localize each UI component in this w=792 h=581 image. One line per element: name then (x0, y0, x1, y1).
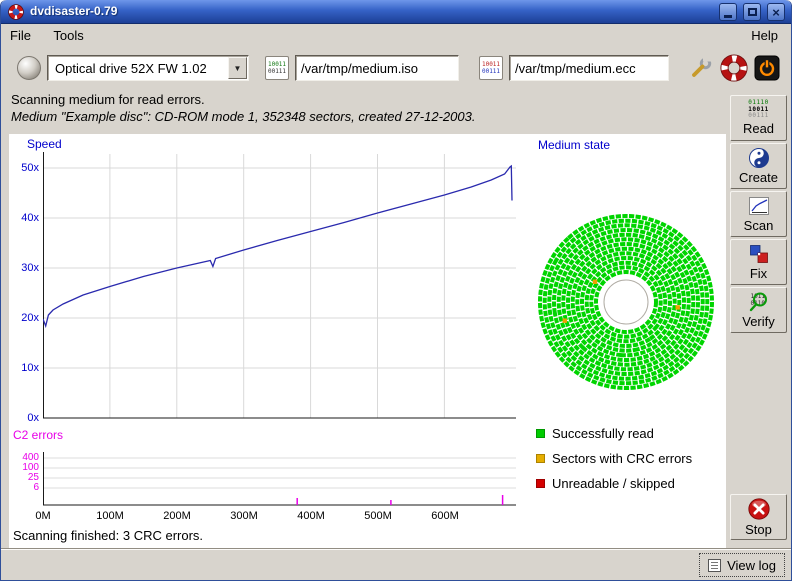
stop-button[interactable]: Stop (730, 494, 787, 540)
maximize-button[interactable] (743, 3, 761, 21)
legend-swatch-amber (536, 454, 545, 463)
speed-y-tick: 10x (9, 361, 39, 375)
ecc-icon-digits: 10011 (482, 61, 500, 68)
x-axis-tick: 400M (297, 510, 325, 522)
iso-path-input[interactable] (295, 55, 459, 81)
legend-item-read: Successfully read (536, 426, 654, 440)
read-label: Read (743, 121, 774, 136)
drive-select[interactable]: Optical drive 52X FW 1.02 ▼ (47, 55, 249, 81)
verify-button[interactable]: 1011 0110 Verify (730, 287, 787, 333)
c2-errors-chart (43, 450, 518, 507)
create-label: Create (739, 170, 778, 185)
c2-y-tick: 6 (9, 482, 39, 494)
legend-label: Sectors with CRC errors (552, 451, 692, 466)
legend-item-crc: Sectors with CRC errors (536, 451, 692, 465)
menubar: File Tools Help (1, 24, 791, 47)
legend-item-unreadable: Unreadable / skipped (536, 476, 675, 490)
yin-yang-icon (748, 147, 770, 169)
x-axis-tick: 600M (431, 510, 459, 522)
binary-magnifier-icon: 1011 0110 (747, 291, 771, 313)
close-icon: × (772, 5, 780, 20)
iso-icon-digits: 10011 (268, 61, 286, 68)
power-icon (754, 55, 780, 81)
quit-button[interactable] (753, 54, 781, 82)
menu-file[interactable]: File (1, 24, 40, 47)
scan-result-message: Scanning finished: 3 CRC errors. (13, 528, 203, 543)
legend-swatch-green (536, 429, 545, 438)
ecc-file-icon: 10011 00111 (479, 56, 503, 80)
titlebar: dvdisaster-0.79 × (1, 0, 791, 24)
help-about-button[interactable] (720, 54, 748, 82)
scan-label: Scan (744, 218, 774, 233)
drive-select-value: Optical drive 52X FW 1.02 (48, 61, 228, 76)
ecc-path-input[interactable] (509, 55, 669, 81)
view-log-button[interactable]: View log (699, 553, 785, 577)
drive-status-icon (17, 56, 41, 80)
app-window: dvdisaster-0.79 × File Tools Help Optica… (0, 0, 792, 581)
stop-label: Stop (745, 522, 772, 537)
x-axis-tick: 0M (35, 510, 50, 522)
app-icon[interactable] (8, 4, 24, 25)
scan-canvas: Speed 50x 40x 30x 20x 10x 0x Medium stat… (9, 134, 726, 548)
fix-button[interactable]: Fix (730, 239, 787, 285)
legend-label: Successfully read (552, 426, 654, 441)
iso-icon-digits: 00111 (268, 68, 286, 75)
medium-state-disc (538, 214, 714, 390)
speed-chart-title: Speed (27, 137, 62, 151)
medium-info: Medium "Example disc": CD-ROM mode 1, 35… (11, 109, 475, 124)
minimize-icon (724, 15, 732, 18)
x-axis-tick: 500M (364, 510, 392, 522)
speed-y-tick: 30x (9, 261, 39, 275)
window-title: dvdisaster-0.79 (30, 4, 117, 18)
minimize-button[interactable] (719, 3, 737, 21)
maximize-icon (748, 8, 757, 16)
medium-state-title: Medium state (538, 138, 610, 152)
legend-label: Unreadable / skipped (552, 476, 675, 491)
create-button[interactable]: Create (730, 143, 787, 189)
preferences-button[interactable] (687, 54, 715, 82)
speed-y-tick: 20x (9, 311, 39, 325)
mini-chart-icon (748, 195, 770, 217)
binary-read-icon: 01110 10011 00111 (748, 100, 769, 120)
close-button[interactable]: × (767, 3, 785, 21)
legend-swatch-red (536, 479, 545, 488)
stop-icon (747, 497, 771, 521)
scan-button[interactable]: Scan (730, 191, 787, 237)
fix-label: Fix (750, 266, 767, 281)
c2-chart-title: C2 errors (13, 428, 63, 442)
log-icon (708, 559, 721, 572)
patch-blocks-icon (748, 243, 770, 265)
view-log-label: View log (727, 558, 776, 573)
x-axis-tick: 100M (96, 510, 124, 522)
speed-y-tick: 40x (9, 211, 39, 225)
speed-chart (43, 150, 518, 420)
speed-y-tick: 0x (9, 411, 39, 425)
menu-help[interactable]: Help (742, 24, 787, 47)
menu-tools[interactable]: Tools (44, 24, 92, 47)
iso-file-icon: 10011 00111 (265, 56, 289, 80)
bottombar: View log (1, 548, 791, 580)
dvdisaster-logo-icon (720, 54, 748, 82)
ecc-icon-digits: 00111 (482, 68, 500, 75)
status-message: Scanning medium for read errors. (11, 92, 205, 107)
speed-y-tick: 50x (9, 161, 39, 175)
dropdown-arrow-icon[interactable]: ▼ (228, 57, 247, 79)
lifering-icon (8, 4, 24, 20)
x-axis-tick: 200M (163, 510, 191, 522)
verify-label: Verify (742, 314, 775, 329)
read-button[interactable]: 01110 10011 00111 Read (730, 95, 787, 141)
x-axis-tick: 300M (230, 510, 258, 522)
wrench-icon (688, 55, 714, 81)
toolbar: Optical drive 52X FW 1.02 ▼ 10011 00111 … (1, 47, 791, 89)
